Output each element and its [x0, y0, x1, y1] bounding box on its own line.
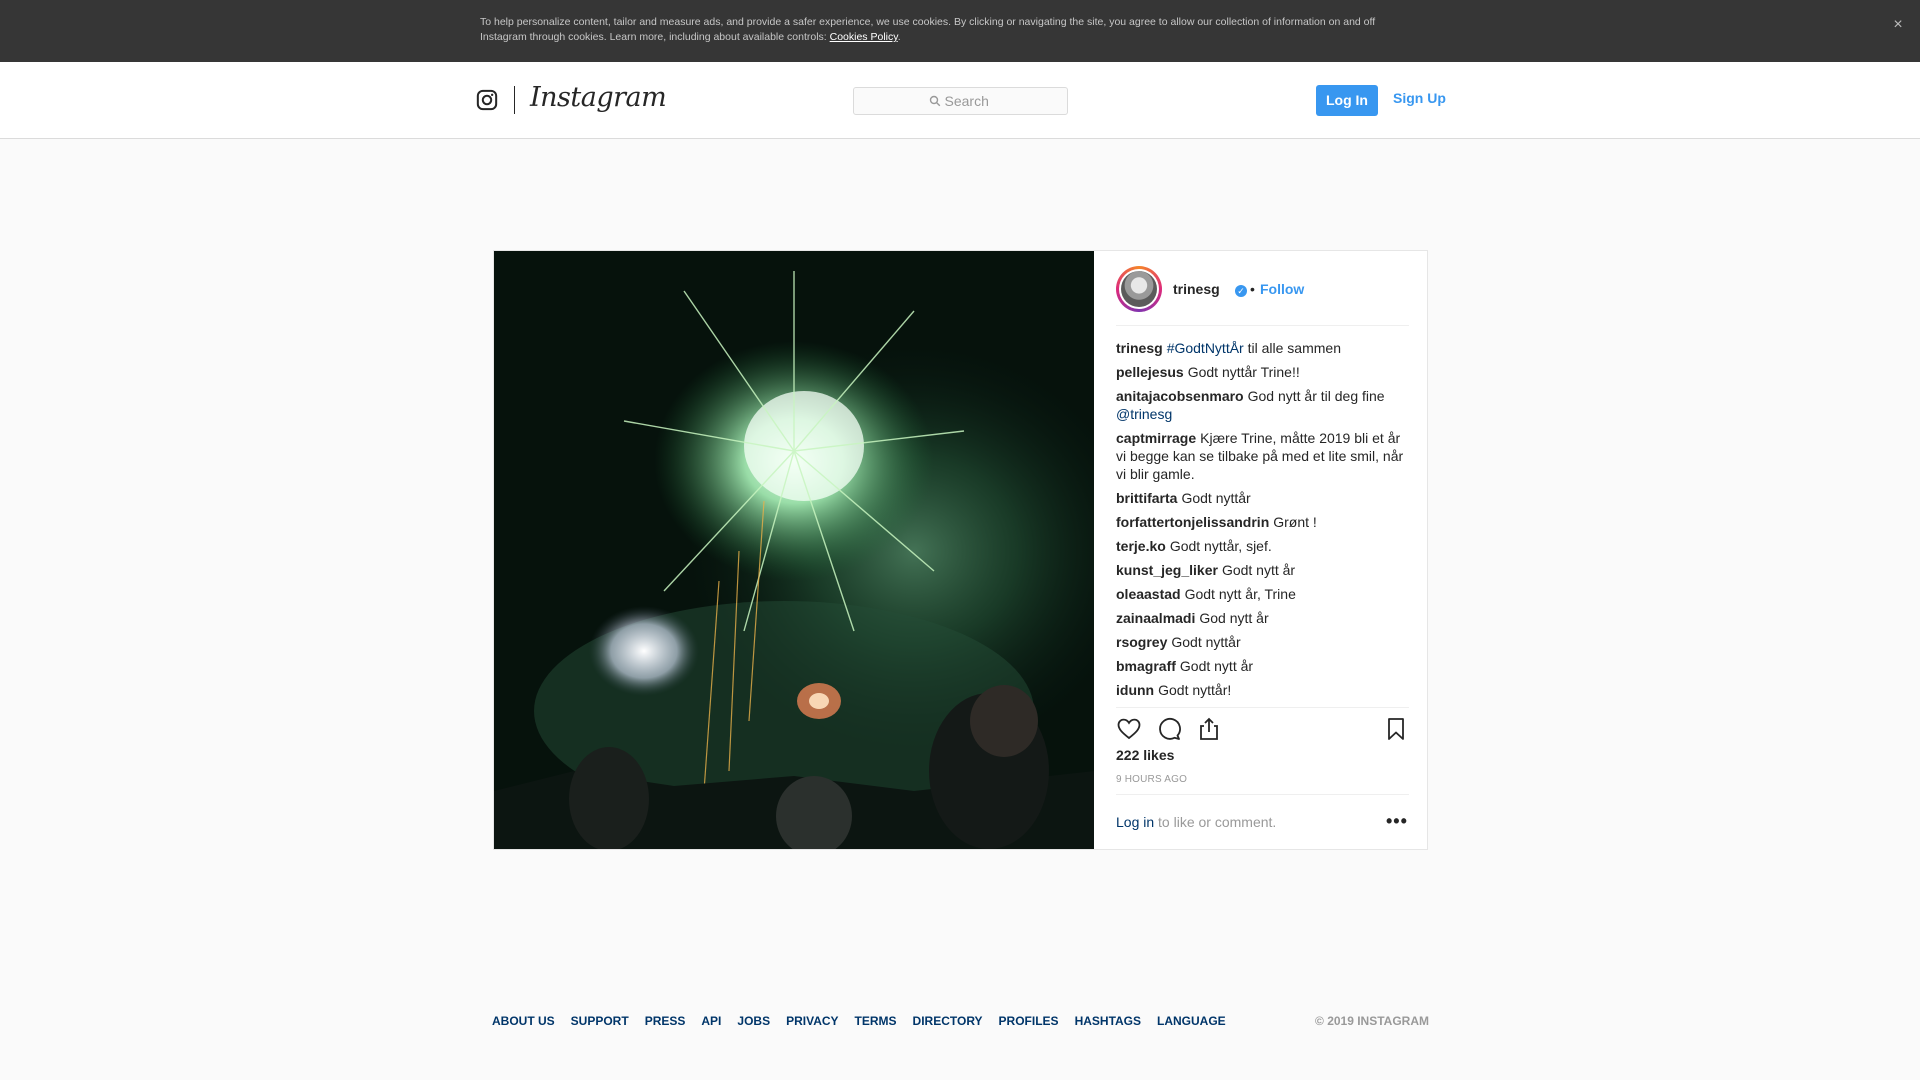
comment-item: pellejesus Godt nyttår Trine!!	[1116, 363, 1411, 381]
comment-username[interactable]: anitajacobsenmaro	[1116, 388, 1244, 404]
close-icon[interactable]: ×	[1886, 13, 1910, 37]
footer-link-api[interactable]: API	[701, 1014, 721, 1028]
comment-text: God nytt år til deg fine	[1247, 388, 1385, 404]
author-username[interactable]: trinesg	[1173, 281, 1220, 297]
search-icon	[929, 95, 940, 107]
signup-link[interactable]: Sign Up	[1393, 90, 1446, 106]
logo-divider	[514, 86, 515, 114]
comment-item: zainaalmadi God nytt år	[1116, 609, 1411, 627]
heart-icon[interactable]	[1116, 716, 1142, 742]
comment-item: oleaastad Godt nytt år, Trine	[1116, 585, 1411, 603]
comment-text: Godt nyttår Trine!!	[1187, 364, 1300, 380]
share-icon[interactable]	[1196, 716, 1222, 742]
mention-link[interactable]: @trinesg	[1116, 406, 1172, 422]
post-actions	[1116, 707, 1409, 747]
comment-item: brittifarta Godt nyttår	[1116, 489, 1411, 507]
separator-dot: •	[1250, 281, 1255, 297]
footer-link-press[interactable]: PRESS	[645, 1014, 686, 1028]
comment-item: anitajacobsenmaro God nytt år til deg fin…	[1116, 387, 1411, 423]
comment-item: terje.ko Godt nyttår, sjef.	[1116, 537, 1411, 555]
comment-text: Godt nytt år, Trine	[1184, 586, 1296, 602]
comment-text: Godt nyttår!	[1158, 682, 1232, 698]
post-sidebar: trinesg ✓ • Follow trinesg #GodtNyttÅr ti…	[1094, 251, 1429, 849]
login-prompt: Log in to like or comment.	[1116, 814, 1276, 830]
cookie-banner: To help personalize content, tailor and …	[0, 0, 1920, 62]
fireworks-photo-illustration	[494, 251, 1094, 849]
instagram-wordmark[interactable]: Instagram	[530, 82, 667, 113]
comment-username[interactable]: rsogrey	[1116, 634, 1167, 650]
footer-link-jobs[interactable]: JOBS	[737, 1014, 770, 1028]
comment-text: God nytt år	[1199, 610, 1269, 626]
footer-links: ABOUT US SUPPORT PRESS API JOBS PRIVACY …	[492, 1014, 1226, 1028]
comment-text: Godt nyttår	[1181, 490, 1251, 506]
comment-username[interactable]: kunst_jeg_liker	[1116, 562, 1218, 578]
footer-link-profiles[interactable]: PROFILES	[999, 1014, 1059, 1028]
copyright-text: © 2019 INSTAGRAM	[1315, 1014, 1429, 1028]
cookie-banner-text: To help personalize content, tailor and …	[480, 16, 1376, 43]
comment-item: kunst_jeg_liker Godt nytt år	[1116, 561, 1411, 579]
cookies-policy-link[interactable]: Cookies Policy	[830, 31, 898, 43]
comment-username[interactable]: captmirrage	[1116, 430, 1196, 446]
post-photo[interactable]	[494, 251, 1094, 849]
login-link[interactable]: Log in	[1116, 814, 1154, 830]
footer-link-support[interactable]: SUPPORT	[571, 1014, 629, 1028]
follow-button[interactable]: Follow	[1260, 281, 1304, 297]
search-input[interactable]	[944, 93, 993, 109]
avatar-photo	[1121, 271, 1157, 307]
post-author-row: trinesg ✓ • Follow	[1116, 266, 1409, 326]
comment-item: forfattertonjelissandrin Grønt !	[1116, 513, 1411, 531]
comment-username[interactable]: bmagraff	[1116, 658, 1176, 674]
instagram-camera-icon[interactable]	[476, 89, 498, 111]
more-options-icon[interactable]: •••	[1386, 812, 1408, 830]
caption: trinesg #GodtNyttÅr til alle sammen	[1116, 339, 1411, 357]
comment-username[interactable]: zainaalmadi	[1116, 610, 1195, 626]
footer: ABOUT US SUPPORT PRESS API JOBS PRIVACY …	[492, 1014, 1429, 1034]
comment-item: idunn Godt nyttår!	[1116, 681, 1411, 699]
comment-icon[interactable]	[1156, 716, 1182, 742]
comment-username[interactable]: oleaastad	[1116, 586, 1181, 602]
post-timestamp: 9 HOURS AGO	[1116, 774, 1188, 785]
comment-username[interactable]: forfattertonjelissandrin	[1116, 514, 1269, 530]
comment-text: Godt nyttår	[1171, 634, 1241, 650]
cookie-banner-message: To help personalize content, tailor and …	[480, 16, 1376, 43]
comment-username[interactable]: brittifarta	[1116, 490, 1177, 506]
top-navbar: Instagram Log In Sign Up	[0, 62, 1920, 139]
footer-link-privacy[interactable]: PRIVACY	[786, 1014, 838, 1028]
comment-text: Godt nyttår, sjef.	[1169, 538, 1272, 554]
comment-text: Godt nytt år	[1221, 562, 1296, 578]
caption-text: til alle sammen	[1243, 340, 1341, 356]
bookmark-icon[interactable]	[1383, 716, 1409, 742]
comment-username[interactable]: terje.ko	[1116, 538, 1166, 554]
comment-username[interactable]: pellejesus	[1116, 364, 1184, 380]
login-prompt-text: to like or comment.	[1154, 814, 1277, 830]
comment-item: bmagraff Godt nytt år	[1116, 657, 1411, 675]
comment-item: captmirrage Kjære Trine, måtte 2019 bli e…	[1116, 429, 1411, 483]
footer-link-directory[interactable]: DIRECTORY	[913, 1014, 983, 1028]
footer-link-about[interactable]: ABOUT US	[492, 1014, 555, 1028]
avatar[interactable]	[1116, 266, 1162, 312]
likes-count[interactable]: 222 likes	[1116, 747, 1174, 763]
footer-link-hashtags[interactable]: HASHTAGS	[1075, 1014, 1141, 1028]
comment-item: rsogrey Godt nyttår	[1116, 633, 1411, 651]
footer-link-language[interactable]: LANGUAGE	[1157, 1014, 1226, 1028]
comment-username[interactable]: idunn	[1116, 682, 1154, 698]
comment-username[interactable]: trinesg	[1116, 340, 1163, 356]
login-prompt-row: Log in to like or comment. •••	[1116, 794, 1409, 849]
search-box[interactable]	[853, 87, 1068, 115]
comment-text: Godt nytt år	[1179, 658, 1254, 674]
hashtag-link[interactable]: #GodtNyttÅr	[1167, 340, 1244, 356]
login-button[interactable]: Log In	[1316, 85, 1378, 116]
footer-link-terms[interactable]: TERMS	[855, 1014, 897, 1028]
verified-badge-icon: ✓	[1235, 285, 1247, 297]
post-card: trinesg ✓ • Follow trinesg #GodtNyttÅr ti…	[493, 250, 1428, 850]
comments-list: trinesg #GodtNyttÅr til alle sammen pelle…	[1116, 339, 1411, 707]
comment-text: Grønt !	[1273, 514, 1317, 530]
